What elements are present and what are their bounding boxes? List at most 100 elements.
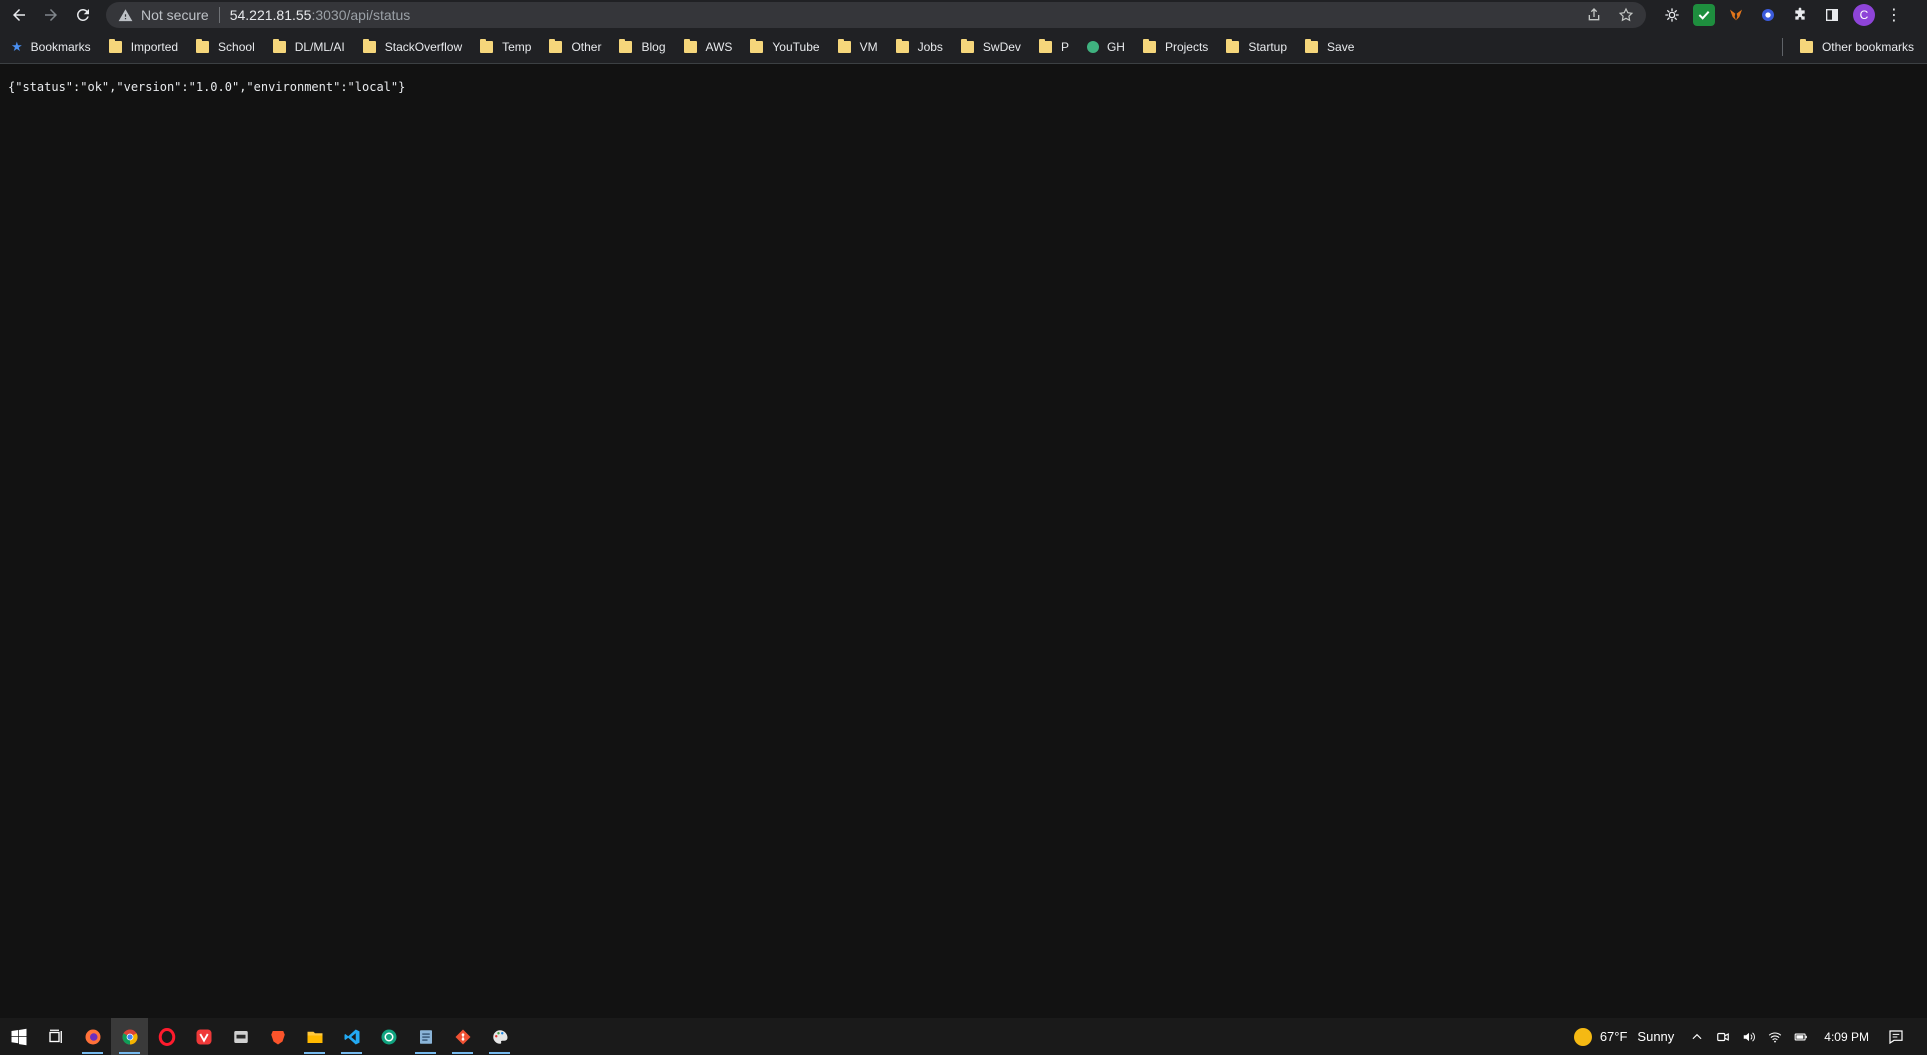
- weather-description[interactable]: Sunny: [1637, 1029, 1674, 1044]
- battery-icon[interactable]: [1793, 1029, 1809, 1045]
- notifications-icon[interactable]: [1887, 1029, 1905, 1045]
- extensions-area: C ⋮: [1656, 4, 1904, 26]
- taskbar-git[interactable]: [444, 1018, 481, 1055]
- fox-icon: [1730, 9, 1742, 21]
- clock[interactable]: 4:09 PM: [1824, 1030, 1869, 1044]
- system-tray: 67°F Sunny 4:09 PM: [1573, 1027, 1927, 1046]
- bookmark-item[interactable]: DL/ML/AI: [266, 34, 352, 60]
- paint-icon: [492, 1029, 507, 1044]
- bookmark-star-button[interactable]: [1614, 3, 1638, 27]
- bookmark-label: Temp: [502, 39, 532, 54]
- weather-sun-icon[interactable]: [1573, 1027, 1592, 1046]
- folder-icon: [108, 38, 122, 53]
- brave-icon: [270, 1030, 285, 1044]
- url-path: :3030/api/status: [311, 7, 411, 23]
- bookmark-item[interactable]: Save: [1298, 34, 1361, 60]
- bookmark-item[interactable]: Other: [542, 34, 608, 60]
- settings-extension-icon: [1665, 8, 1679, 22]
- start-button[interactable]: [0, 1018, 37, 1055]
- folder-icon: [750, 38, 764, 53]
- extension-circle-button[interactable]: [1757, 4, 1779, 26]
- bookmark-item[interactable]: Blog: [612, 34, 672, 60]
- notepad-icon: [419, 1029, 432, 1044]
- bookmark-item[interactable]: SwDev: [954, 34, 1028, 60]
- bookmark-label: YouTube: [772, 39, 820, 54]
- bookmark-label: SwDev: [982, 39, 1021, 54]
- bookmark-label: VM: [859, 39, 878, 54]
- bookmark-item[interactable]: YouTube: [743, 34, 826, 60]
- bookmarks-divider: [1781, 37, 1783, 56]
- extensions-menu-button[interactable]: [1789, 4, 1811, 26]
- bookmark-item[interactable]: Startup: [1219, 34, 1294, 60]
- bookmark-label: Other bookmarks: [1821, 39, 1914, 54]
- bookmark-label: P: [1060, 39, 1069, 54]
- bookmark-item[interactable]: GH: [1080, 34, 1132, 60]
- share-button[interactable]: [1582, 3, 1606, 27]
- forward-button[interactable]: [38, 2, 64, 28]
- page-content: {"status":"ok","version":"1.0.0","enviro…: [0, 65, 1927, 1018]
- folder-icon: [549, 38, 563, 53]
- circle-extension-icon: [1762, 9, 1774, 21]
- show-hidden-icons-chevron-icon[interactable]: [1689, 1029, 1705, 1045]
- taskbar-vivaldi[interactable]: [185, 1018, 222, 1055]
- network-icon[interactable]: [1767, 1029, 1783, 1045]
- task-view-button[interactable]: [37, 1018, 74, 1055]
- taskbar-firefox[interactable]: [74, 1018, 111, 1055]
- bookmark-item[interactable]: Imported: [102, 34, 185, 60]
- bookmark-label: StackOverflow: [384, 39, 463, 54]
- bookmark-item[interactable]: Projects: [1136, 34, 1215, 60]
- extension-check-button[interactable]: [1693, 4, 1715, 26]
- bookmark-item[interactable]: StackOverflow: [356, 34, 469, 60]
- git-icon: [455, 1029, 470, 1044]
- other-bookmarks[interactable]: Other bookmarks: [1793, 34, 1921, 60]
- taskbar-paint[interactable]: [481, 1018, 518, 1055]
- taskbar-brave[interactable]: [259, 1018, 296, 1055]
- bookmark-label: GH: [1106, 39, 1125, 54]
- browser-toolbar: Not secure 54.221.81.55:3030/api/status: [0, 0, 1927, 30]
- folder-icon: [272, 38, 286, 53]
- bookmark-item[interactable]: AWS: [677, 34, 740, 60]
- taskbar-vscode[interactable]: [333, 1018, 370, 1055]
- firefox-icon: [85, 1029, 100, 1044]
- meet-now-icon[interactable]: [1715, 1029, 1731, 1045]
- side-panel-button[interactable]: [1821, 4, 1843, 26]
- taskbar-opera[interactable]: [148, 1018, 185, 1055]
- taskbar-app[interactable]: [222, 1018, 259, 1055]
- security-label[interactable]: Not secure: [141, 7, 209, 23]
- terminal-icon: [233, 1030, 248, 1043]
- bookmark-label: AWS: [705, 39, 733, 54]
- bookmark-label: Bookmarks: [30, 39, 91, 54]
- bookmark-item[interactable]: Jobs: [889, 34, 950, 60]
- checkmark-icon: [1698, 10, 1710, 20]
- taskbar-chrome[interactable]: [111, 1018, 148, 1055]
- folder-icon: [1038, 38, 1052, 53]
- url-host: 54.221.81.55: [229, 7, 312, 23]
- taskbar-notepad[interactable]: [407, 1018, 444, 1055]
- share-icon: [1588, 8, 1600, 21]
- address-bar[interactable]: Not secure 54.221.81.55:3030/api/status: [106, 2, 1646, 28]
- folder-icon: [960, 38, 974, 53]
- back-button[interactable]: [6, 2, 32, 28]
- bookmark-item[interactable]: P: [1032, 34, 1076, 60]
- bookmark-label: Blog: [641, 39, 666, 54]
- reload-button[interactable]: [70, 2, 96, 28]
- volume-icon[interactable]: [1741, 1029, 1757, 1045]
- browser-menu-button[interactable]: ⋮: [1884, 4, 1904, 26]
- taskbar-app-green[interactable]: [370, 1018, 407, 1055]
- bookmark-item[interactable]: Temp: [473, 34, 538, 60]
- extension-gear-button[interactable]: [1661, 4, 1683, 26]
- chatgpt-icon: [381, 1029, 396, 1044]
- bookmarks-bar: ★ Bookmarks Imported School DL/ML/AI Stac…: [0, 30, 1927, 64]
- warning-icon[interactable]: [118, 8, 133, 23]
- taskbar-file-explorer[interactable]: [296, 1018, 333, 1055]
- arrow-right-icon: [45, 9, 57, 21]
- bookmark-item[interactable]: ★ Bookmarks: [4, 34, 98, 60]
- bookmark-item[interactable]: VM: [831, 34, 885, 60]
- folder-icon: [837, 38, 851, 53]
- chrome-icon: [121, 1029, 138, 1044]
- omnibox-separator: [218, 7, 220, 23]
- bookmark-item[interactable]: School: [189, 34, 262, 60]
- weather-temperature[interactable]: 67°F: [1600, 1029, 1628, 1044]
- profile-avatar[interactable]: C: [1853, 4, 1875, 26]
- extension-metamask-button[interactable]: [1725, 4, 1747, 26]
